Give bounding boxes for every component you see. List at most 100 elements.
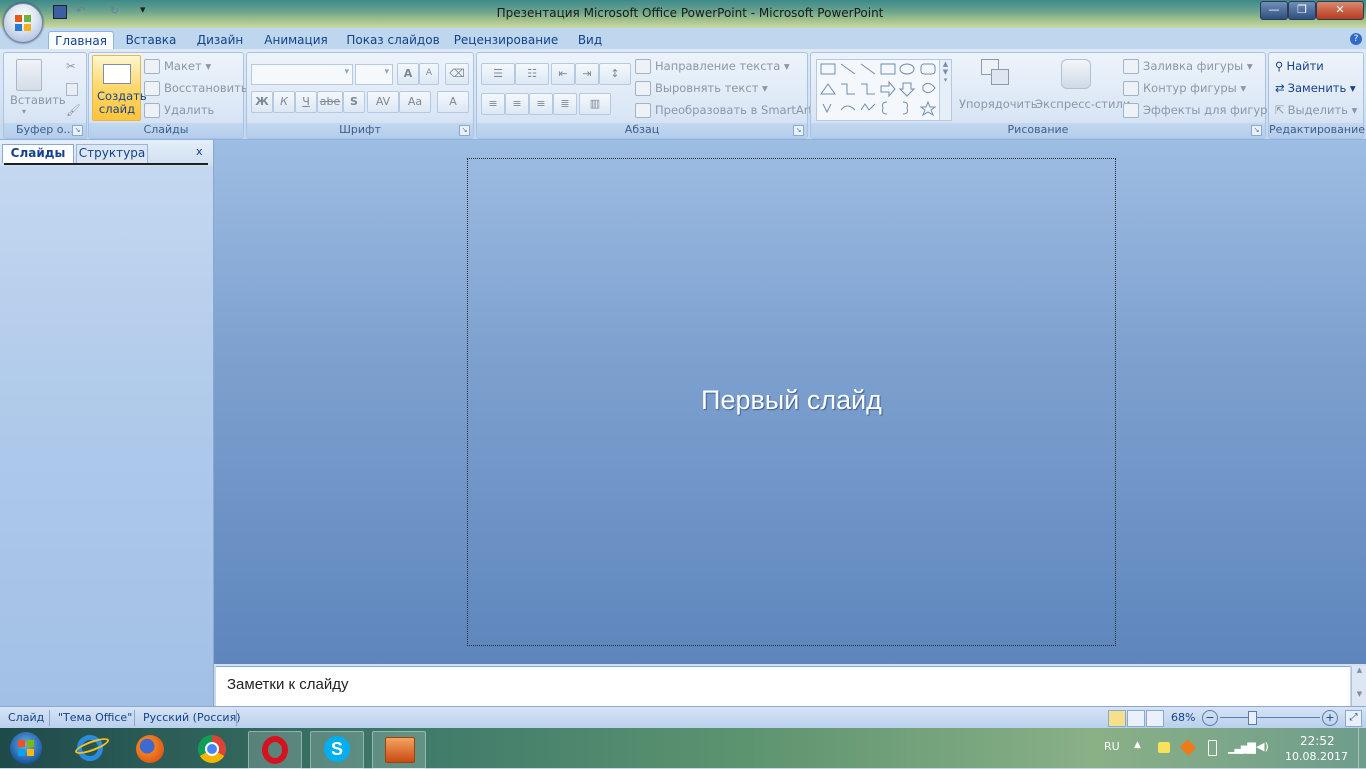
paste-button[interactable]: Вставить	[10, 93, 66, 107]
zoom-level[interactable]: 68%	[1171, 711, 1195, 724]
numbering-icon[interactable]: ☷	[515, 63, 549, 85]
volume-icon[interactable]: ◀)	[1256, 740, 1269, 753]
tab-review[interactable]: Рецензирование	[452, 31, 560, 50]
shrink-font-button[interactable]: A	[419, 63, 439, 85]
shape-effects-button[interactable]: Эффекты для фигур ▾	[1123, 103, 1277, 118]
justify-icon[interactable]: ≣	[553, 93, 577, 115]
internet-explorer-icon[interactable]	[64, 731, 116, 767]
clock-date[interactable]: 10.08.2017	[1285, 750, 1348, 763]
tab-animation[interactable]: Анимация	[260, 31, 332, 50]
shape-fill-button[interactable]: Заливка фигуры ▾	[1123, 59, 1253, 74]
qat-customize-icon[interactable]: ▾	[140, 3, 146, 16]
clock-time[interactable]: 22:52	[1300, 734, 1335, 748]
tab-insert[interactable]: Вставка	[122, 31, 180, 50]
strikethrough-button[interactable]: abe	[317, 91, 343, 113]
grow-font-button[interactable]: A	[397, 63, 419, 85]
paste-dropdown-icon[interactable]: ▾	[22, 107, 26, 116]
replace-button[interactable]: ⇄ Заменить ▾	[1275, 81, 1356, 95]
paragraph-launcher-icon[interactable]: ↘	[793, 125, 804, 136]
slide-sorter-icon[interactable]	[1127, 710, 1145, 727]
tab-outline[interactable]: Структура	[76, 144, 148, 163]
chrome-icon[interactable]	[186, 731, 238, 767]
text-direction-button[interactable]: Направление текста ▾	[635, 59, 790, 74]
drawing-launcher-icon[interactable]: ↘	[1251, 125, 1262, 136]
select-button[interactable]: ⇱ Выделить ▾	[1275, 103, 1357, 117]
tab-home[interactable]: Главная	[48, 31, 114, 51]
slide-canvas[interactable]: Первый слайд	[467, 158, 1116, 646]
tray-expand-icon[interactable]: ▲	[1134, 740, 1141, 750]
line-spacing-icon[interactable]: ↕	[599, 63, 631, 85]
bullets-icon[interactable]: ☰	[481, 63, 515, 85]
bold-button[interactable]: Ж	[251, 91, 273, 113]
font-color-button[interactable]: A	[437, 91, 469, 113]
notes-pane[interactable]: Заметки к слайду	[216, 666, 1350, 707]
show-desktop-button[interactable]	[1358, 728, 1366, 768]
columns-icon[interactable]: ▥	[579, 93, 611, 115]
tab-slides[interactable]: Слайды	[2, 144, 74, 163]
layout-button[interactable]: Макет ▾	[144, 59, 211, 74]
tab-design[interactable]: Дизайн	[192, 31, 248, 50]
slideshow-view-icon[interactable]	[1146, 710, 1164, 727]
normal-view-icon[interactable]	[1108, 710, 1126, 727]
minimize-button[interactable]: —	[1260, 1, 1288, 20]
status-language[interactable]: Русский (Россия)	[143, 711, 241, 724]
language-indicator[interactable]: RU	[1104, 740, 1120, 753]
office-button[interactable]	[3, 3, 43, 43]
help-icon[interactable]: ?	[1350, 33, 1362, 45]
copy-icon[interactable]	[66, 83, 78, 96]
shapes-gallery[interactable]	[816, 59, 940, 121]
font-family-combo[interactable]	[251, 64, 353, 85]
fit-to-window-icon[interactable]: ⤢	[1345, 710, 1362, 727]
redo-icon[interactable]: ↻	[110, 4, 119, 17]
shapes-scroll-icon[interactable]: ▲ ▼ ▾	[939, 59, 952, 121]
format-painter-icon[interactable]: 🖌	[66, 103, 81, 117]
status-theme[interactable]: "Тема Office"	[58, 711, 132, 724]
clear-format-icon[interactable]: ⌫	[445, 63, 469, 85]
shadow-button[interactable]: S	[343, 91, 365, 113]
tab-slideshow[interactable]: Показ слайдов	[344, 31, 442, 50]
notes-scrollbar[interactable]: ▲ ▼	[1351, 666, 1366, 706]
clipboard-launcher-icon[interactable]: ↘	[72, 125, 83, 136]
slide-title[interactable]: Первый слайд	[468, 385, 1115, 416]
undo-icon[interactable]: ↶	[76, 4, 85, 17]
tab-view[interactable]: Вид	[572, 31, 608, 50]
battery-icon[interactable]	[1208, 740, 1217, 756]
firefox-icon[interactable]	[124, 731, 176, 767]
close-button[interactable]: ✕	[1316, 1, 1364, 20]
align-right-icon[interactable]: ≡	[529, 93, 553, 115]
avast-icon[interactable]	[1179, 739, 1197, 756]
tray-app-icon[interactable]	[1158, 742, 1170, 753]
close-pane-icon[interactable]: x	[196, 145, 203, 158]
decrease-indent-icon[interactable]: ⇤	[551, 63, 575, 85]
zoom-slider-thumb[interactable]	[1248, 711, 1257, 725]
font-launcher-icon[interactable]: ↘	[459, 125, 470, 136]
opera-icon[interactable]	[248, 731, 302, 769]
change-case-button[interactable]: Aa	[399, 91, 431, 113]
char-spacing-button[interactable]: AV	[367, 91, 399, 113]
save-icon[interactable]	[53, 5, 67, 19]
zoom-slider-track[interactable]	[1220, 717, 1320, 718]
status-slide[interactable]: Слайд	[8, 711, 44, 724]
increase-indent-icon[interactable]: ⇥	[575, 63, 599, 85]
new-slide-button[interactable]: Создать слайд	[92, 55, 147, 121]
start-button[interactable]	[4, 730, 48, 766]
quick-styles-button[interactable]: Экспресс-стили	[1035, 97, 1130, 111]
reset-button[interactable]: Восстановить	[144, 81, 248, 96]
find-button[interactable]: ⚲ Найти	[1275, 59, 1324, 73]
align-text-button[interactable]: Выровнять текст ▾	[635, 81, 768, 96]
skype-icon[interactable]: S	[310, 731, 364, 769]
align-center-icon[interactable]: ≡	[505, 93, 529, 115]
smartart-button[interactable]: Преобразовать в SmartArt ▾	[635, 103, 822, 118]
cut-icon[interactable]: ✂	[66, 59, 76, 73]
arrange-button[interactable]: Упорядочить	[959, 97, 1038, 111]
underline-button[interactable]: Ч	[295, 91, 317, 113]
zoom-in-icon[interactable]: +	[1322, 710, 1338, 726]
delete-slide-button[interactable]: Удалить	[144, 103, 214, 118]
font-size-combo[interactable]	[355, 64, 393, 85]
powerpoint-icon[interactable]	[372, 731, 426, 769]
align-left-icon[interactable]: ≡	[481, 93, 505, 115]
maximize-button[interactable]: ❐	[1288, 1, 1316, 20]
italic-button[interactable]: К	[273, 91, 295, 113]
zoom-out-icon[interactable]: −	[1202, 710, 1218, 726]
network-icon[interactable]: ▁▃▅▇	[1228, 741, 1256, 754]
